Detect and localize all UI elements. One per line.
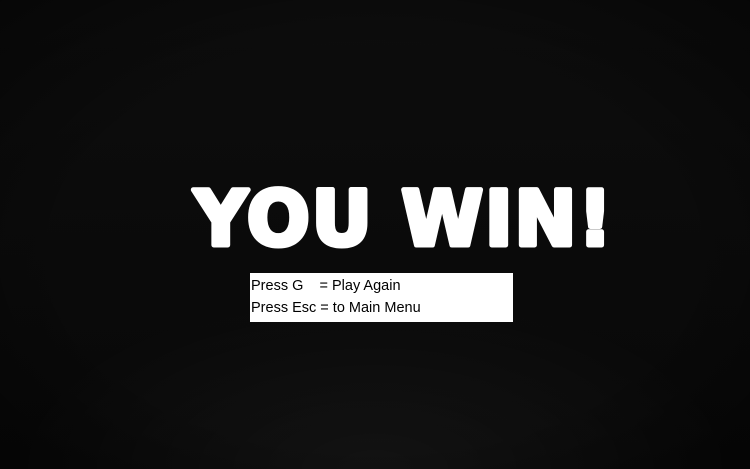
instructions-box: Press G = Play Again Press Esc = to Main… bbox=[250, 273, 513, 322]
win-title-text: YOU WIN! bbox=[193, 174, 614, 263]
play-again-instruction: Press G = Play Again bbox=[251, 278, 401, 294]
win-title: YOU WIN! bbox=[190, 150, 620, 270]
main-menu-instruction: Press Esc = to Main Menu bbox=[251, 300, 421, 316]
game-screen: YOU WIN! Press G = Play Again Press Esc … bbox=[0, 0, 750, 469]
